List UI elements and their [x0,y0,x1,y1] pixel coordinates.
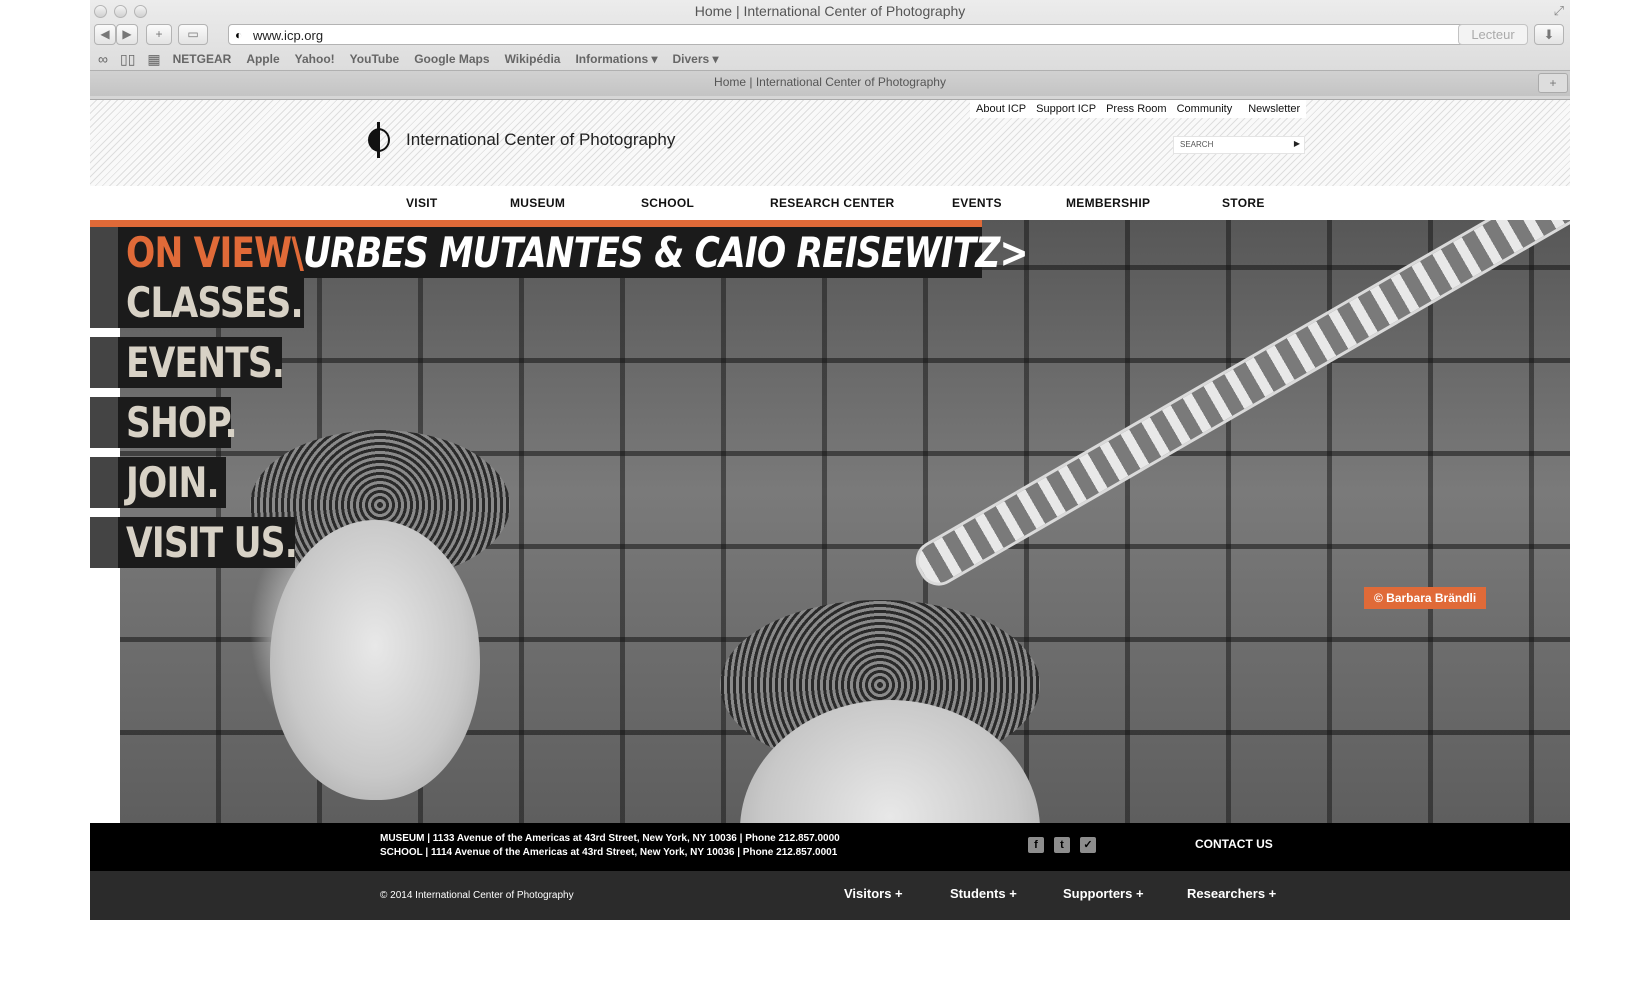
reader-button[interactable]: Lecteur [1458,24,1528,45]
footer-link-students[interactable]: Students + [950,886,1017,901]
browser-window: Home | International Center of Photograp… [90,0,1570,100]
icp-logo-icon [366,122,392,158]
util-link-about[interactable]: About ICP [976,103,1026,115]
nav-events[interactable]: EVENTS [952,196,1002,210]
main-nav: VISIT MUSEUM SCHOOL RESEARCH CENTER EVEN… [90,186,1570,220]
classes-link[interactable]: CLASSES. [90,277,304,328]
address-bar[interactable]: ◐ www.icp.org ↻ [228,24,1488,45]
copyright: © 2014 International Center of Photograp… [380,890,574,901]
contact-us-link[interactable]: CONTACT US [1195,837,1273,851]
footer-link-supporters[interactable]: Supporters + [1063,886,1144,901]
search-input[interactable]: SEARCH ▶ [1173,136,1305,154]
nav-store[interactable]: STORE [1222,196,1265,210]
back-button[interactable]: ◀ [94,24,116,45]
logo-text: International Center of Photography [406,130,676,149]
forward-button[interactable]: ▶ [116,24,138,45]
utility-nav: About ICP Support ICP Press Room Communi… [970,100,1307,118]
window-title: Home | International Center of Photograp… [694,3,966,19]
on-view-title: URBES MUTANTES & CAIO REISEWITZ> [303,228,1028,277]
nav-membership[interactable]: MEMBERSHIP [1066,196,1150,210]
nav-visit[interactable]: VISIT [406,196,438,210]
site-header: International Center of Photography Abou… [90,100,1570,186]
face-shape [270,520,480,800]
bookmark-netgear[interactable]: NETGEAR [173,52,232,66]
site-logo[interactable]: International Center of Photography [366,122,675,158]
search-submit-icon[interactable]: ▶ [1294,139,1300,148]
email-icon[interactable]: ✓ [1080,837,1096,853]
visit-us-link[interactable]: VISIT US. [90,517,298,568]
util-link-community[interactable]: Community [1177,103,1233,115]
hero-photograph [120,220,1570,823]
tab-strip: Home | International Center of Photograp… [90,70,1570,96]
nav-research-center[interactable]: RESEARCH CENTER [770,196,895,210]
util-link-newsletter[interactable]: Newsletter [1248,103,1300,115]
bookmark-wikipedia[interactable]: Wikipédia [505,52,561,66]
show-tabs-button[interactable]: ▭ [178,24,208,45]
museum-address: MUSEUM | 1133 Avenue of the Americas at … [380,833,840,844]
footer-info: MUSEUM | 1133 Avenue of the Americas at … [90,823,1570,871]
util-link-support[interactable]: Support ICP [1036,103,1096,115]
hero: ON VIEW\URBES MUTANTES & CAIO REISEWITZ>… [90,220,1570,823]
on-view-label: ON VIEW\ [126,228,304,277]
reading-list-icon[interactable]: ∞ [98,51,108,67]
bookmark-folder-informations[interactable]: Informations ▾ [575,52,657,66]
search-placeholder: SEARCH [1180,140,1214,149]
bookmark-youtube[interactable]: YouTube [350,52,400,66]
nav-museum[interactable]: MUSEUM [510,196,565,210]
active-tab[interactable]: Home | International Center of Photograp… [90,75,1570,89]
on-view-accent-bar [90,220,982,227]
bookmarks-book-icon[interactable]: ▯▯ [120,51,135,68]
footer-link-researchers[interactable]: Researchers + [1187,886,1276,901]
school-address: SCHOOL | 1114 Avenue of the Americas at … [380,847,838,858]
twitter-icon[interactable]: t [1054,837,1070,853]
photo-credit: © Barbara Brändli [1364,587,1487,609]
bookmarks-bar: ∞ ▯▯ ▦ NETGEAR Apple Yahoo! YouTube Goog… [98,50,734,68]
site-favicon-icon: ◐ [235,28,243,42]
shop-link[interactable]: SHOP. [90,397,238,448]
bookmark-apple[interactable]: Apple [246,52,279,66]
bookmark-google-maps[interactable]: Google Maps [414,52,489,66]
top-sites-grid-icon[interactable]: ▦ [147,51,160,68]
footer-link-visitors[interactable]: Visitors + [844,886,903,901]
add-bookmark-button[interactable]: + [146,24,172,45]
footer-bottom: © 2014 International Center of Photograp… [90,871,1570,920]
bookmark-yahoo[interactable]: Yahoo! [295,52,335,66]
bookmark-folder-divers[interactable]: Divers ▾ [673,52,719,66]
downloads-button[interactable]: ⬇ [1534,24,1564,45]
on-view-headline[interactable]: ON VIEW\URBES MUTANTES & CAIO REISEWITZ> [90,227,1028,278]
fullscreen-icon[interactable]: ⤢ [1554,3,1564,19]
facebook-icon[interactable]: f [1028,837,1044,853]
nav-school[interactable]: SCHOOL [641,196,694,210]
util-link-press-room[interactable]: Press Room [1106,103,1167,115]
join-link[interactable]: JOIN. [90,457,226,508]
address-url[interactable]: www.icp.org [253,28,323,43]
events-link[interactable]: EVENTS. [90,337,285,388]
new-tab-button[interactable]: + [1538,73,1568,93]
